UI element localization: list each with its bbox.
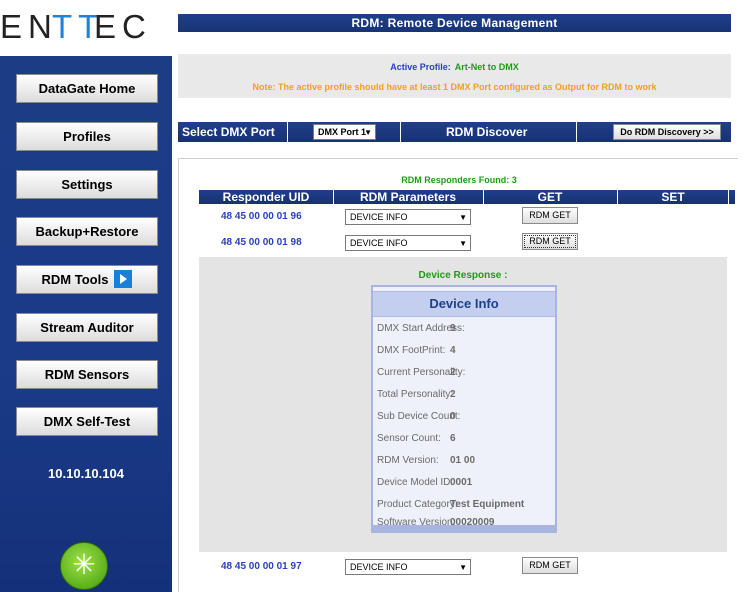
- rdm-get-button[interactable]: RDM GET: [522, 233, 578, 250]
- rdm-get-button[interactable]: RDM GET: [522, 557, 578, 574]
- nav-label: Settings: [61, 177, 113, 192]
- device-response-title: Device Response :: [418, 270, 508, 281]
- responder-uid[interactable]: 48 45 00 00 01 96: [221, 211, 302, 222]
- info-label: DMX FootPrint:: [377, 345, 446, 356]
- col-rdm-parameters: RDM Parameters: [359, 190, 457, 204]
- info-value: 9: [450, 323, 456, 334]
- logo-text-part1: EN: [0, 8, 58, 45]
- rdm-parameter-value: DEVICE INFO: [350, 238, 408, 248]
- nav-label: Backup+Restore: [35, 224, 139, 239]
- responder-uid[interactable]: 48 45 00 00 01 98: [221, 237, 302, 248]
- rdm-discover-label: RDM Discover: [446, 125, 528, 139]
- info-value: 01 00: [450, 455, 476, 466]
- profile-note: Note: The active profile should have at …: [252, 82, 657, 92]
- nav-label: RDM Sensors: [44, 367, 130, 382]
- info-value: Test Equipment: [450, 499, 525, 510]
- rdm-parameter-select[interactable]: DEVICE INFO ▼: [345, 235, 471, 251]
- nav-profiles[interactable]: Profiles: [16, 122, 158, 151]
- power-icon[interactable]: [60, 542, 108, 590]
- info-value: 2: [450, 367, 456, 378]
- select-port-label: Select DMX Port: [182, 125, 275, 139]
- info-value: 0: [450, 411, 456, 422]
- profile-box: Active Profile: Art-Net to DMX Note: The …: [178, 54, 731, 98]
- rdm-parameter-value: DEVICE INFO: [350, 212, 408, 222]
- nav-label: DMX Self-Test: [43, 414, 131, 429]
- responder-uid[interactable]: 48 45 00 00 01 97: [221, 561, 302, 572]
- col-get: GET: [537, 190, 563, 204]
- col-set: SET: [661, 190, 685, 204]
- col-responder-uid: Responder UID: [222, 190, 310, 204]
- card-footer: [373, 525, 555, 531]
- device-info-title: Device Info: [373, 291, 555, 317]
- dmx-port-select[interactable]: DMX Port 1 ▼: [313, 124, 376, 140]
- nav-label: Profiles: [63, 129, 111, 144]
- info-label: RDM Version:: [377, 455, 439, 466]
- rdm-parameter-value: DEVICE INFO: [350, 562, 408, 572]
- rdm-get-button[interactable]: RDM GET: [522, 207, 578, 224]
- side-panel: DataGate Home Profiles Settings Backup+R…: [0, 56, 172, 592]
- info-label: Device Model ID:: [377, 477, 454, 488]
- chevron-down-icon: ▼: [459, 563, 467, 572]
- nav-settings[interactable]: Settings: [16, 170, 158, 199]
- divider: [287, 122, 288, 142]
- chevron-down-icon: ▼: [364, 128, 372, 137]
- info-value: 6: [450, 433, 456, 444]
- divider: [576, 122, 577, 142]
- enttec-logo: EN TT EC: [0, 0, 172, 54]
- play-arrow-icon: [114, 270, 133, 289]
- divider: [400, 122, 401, 142]
- page-title: RDM: Remote Device Management: [178, 14, 731, 32]
- responders-found: RDM Responders Found: 3: [401, 175, 517, 185]
- nav-dmx-self-test[interactable]: DMX Self-Test: [16, 407, 158, 436]
- active-profile-label: Active Profile:: [390, 62, 451, 72]
- active-profile: Active Profile: Art-Net to DMX: [178, 62, 731, 72]
- nav-label: DataGate Home: [38, 81, 136, 96]
- info-value: 0001: [450, 477, 473, 488]
- info-label: Sensor Count:: [377, 433, 441, 444]
- device-response-panel: Device Response : Device Info DMX Start …: [199, 257, 727, 552]
- nav-label: Stream Auditor: [40, 320, 134, 335]
- divider: [728, 190, 729, 204]
- table-header: Responder UID RDM Parameters GET SET: [199, 190, 735, 204]
- nav-rdm-sensors[interactable]: RDM Sensors: [16, 360, 158, 389]
- info-value: 2: [450, 389, 456, 400]
- info-value: 4: [450, 345, 456, 356]
- nav-rdm-tools[interactable]: RDM Tools: [16, 265, 158, 294]
- chevron-down-icon: ▼: [459, 213, 467, 222]
- nav-datagate-home[interactable]: DataGate Home: [16, 74, 158, 103]
- rdm-parameter-select[interactable]: DEVICE INFO ▼: [345, 209, 471, 225]
- device-info-card: Device Info DMX Start Address: 9 DMX Foot…: [371, 285, 557, 533]
- results-panel: RDM Responders Found: 3 Responder UID RD…: [178, 158, 738, 592]
- logo-text-part3: EC: [94, 8, 152, 45]
- nav-stream-auditor[interactable]: Stream Auditor: [16, 313, 158, 342]
- rdm-discovery-button[interactable]: Do RDM Discovery >>: [613, 124, 721, 140]
- info-label: Sub Device Count:: [377, 411, 461, 422]
- nav-backup-restore[interactable]: Backup+Restore: [16, 217, 158, 246]
- chevron-down-icon: ▼: [459, 239, 467, 248]
- info-label: Total Personality:: [377, 389, 454, 400]
- ip-address: 10.10.10.104: [48, 466, 124, 481]
- port-bar: Select DMX Port DMX Port 1 ▼ RDM Discover…: [178, 122, 731, 142]
- nav-label: RDM Tools: [41, 272, 109, 287]
- active-profile-value: Art-Net to DMX: [454, 62, 519, 72]
- info-label: Product Category:: [377, 499, 458, 510]
- dmx-port-value: DMX Port 1: [318, 127, 367, 137]
- sidebar: EN TT EC DataGate Home Profiles Settings…: [0, 0, 172, 592]
- rdm-parameter-select[interactable]: DEVICE INFO ▼: [345, 559, 471, 575]
